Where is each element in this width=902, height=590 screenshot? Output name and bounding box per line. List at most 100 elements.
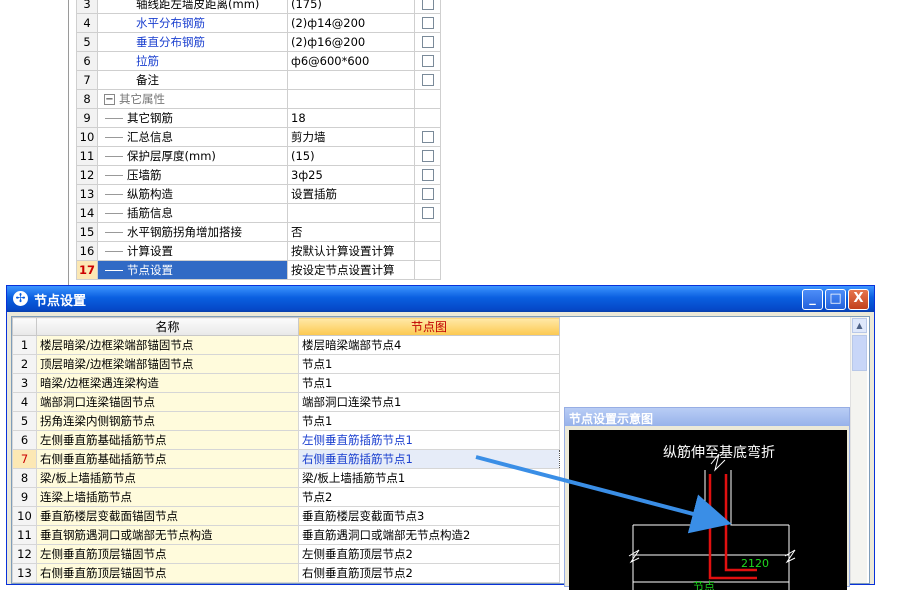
property-value[interactable]: (2)ф14@200 (287, 13, 415, 33)
property-value[interactable]: 剪力墙 (287, 127, 415, 147)
property-extra-cell (414, 184, 441, 204)
property-value[interactable]: 按默认计算设置计算 (287, 241, 415, 261)
node-row[interactable]: 7 右侧垂直筋基础插筋节点 右侧垂直筋插筋节点1 (12, 449, 560, 469)
property-value[interactable]: ф6@600*600 (287, 51, 415, 71)
property-name-cell[interactable]: 拉筋 (97, 51, 288, 71)
property-value[interactable]: 3ф25 (287, 165, 415, 185)
property-name-cell[interactable]: 其它钢筋 (97, 108, 288, 128)
property-extra-cell (414, 203, 441, 223)
minimize-button[interactable]: _ (802, 289, 823, 310)
node-diagram-select[interactable]: 端部洞口连梁节点1 (298, 392, 560, 412)
property-value[interactable]: (15) (287, 146, 415, 166)
node-row[interactable]: 3 暗梁/边框梁遇连梁构造 节点1 (12, 373, 560, 393)
collapse-toggle-icon[interactable]: − (104, 93, 115, 105)
node-row[interactable]: 11 垂直钢筋遇洞口或端部无节点构造 垂直筋遇洞口或端部无节点构造2 (12, 525, 560, 545)
property-name-cell[interactable]: 计算设置 (97, 241, 288, 261)
node-row[interactable]: 13 右侧垂直筋顶层锚固节点 右侧垂直筋顶层节点2 (12, 563, 560, 583)
property-name-cell[interactable]: 水平钢筋拐角增加搭接 (97, 222, 288, 242)
property-row[interactable]: 16 计算设置 按默认计算设置计算 (76, 241, 441, 261)
property-value[interactable]: 设置插筋 (287, 184, 415, 204)
header-name[interactable]: 名称 (36, 317, 299, 336)
property-row[interactable]: 17 节点设置 按设定节点设置计算 (76, 260, 441, 280)
property-row[interactable]: 11 保护层厚度(mm) (15) (76, 146, 441, 166)
tree-line-icon (105, 148, 123, 157)
property-row[interactable]: 8− 其它属性 (76, 89, 441, 109)
node-diagram-select[interactable]: 节点1 (298, 354, 560, 374)
property-name-cell[interactable]: 节点设置 (97, 260, 288, 280)
header-node[interactable]: 节点图 (298, 317, 560, 336)
node-row-index: 8 (12, 468, 37, 488)
node-diagram-select[interactable]: 右侧垂直筋插筋节点1 (298, 449, 560, 469)
node-diagram-select[interactable]: 垂直筋楼层变截面节点3 (298, 506, 560, 526)
node-diagram-select[interactable]: 节点1 (298, 411, 560, 431)
property-name-cell[interactable]: 汇总信息 (97, 127, 288, 147)
property-name-cell[interactable]: 压墙筋 (97, 165, 288, 185)
attach-checkbox[interactable] (421, 131, 434, 143)
property-value[interactable] (287, 203, 415, 223)
node-row-index: 2 (12, 354, 37, 374)
property-value[interactable]: 18 (287, 108, 415, 128)
attach-checkbox[interactable] (421, 17, 434, 29)
property-name: 水平分布钢筋 (136, 15, 205, 30)
preview-title: 节点设置示意图 (565, 408, 849, 426)
property-row[interactable]: 12 压墙筋 3ф25 (76, 165, 441, 185)
node-row[interactable]: 5 拐角连梁内侧钢筋节点 节点1 (12, 411, 560, 431)
property-row[interactable]: 3 轴线距左墙皮距离(mm) (175) (76, 0, 441, 14)
property-name-cell[interactable]: 轴线距左墙皮距离(mm) (97, 0, 288, 14)
property-value[interactable]: 否 (287, 222, 415, 242)
property-value[interactable]: (2)ф16@200 (287, 32, 415, 52)
property-value[interactable]: (175) (287, 0, 415, 14)
node-diagram-select[interactable]: 左侧垂直筋顶层节点2 (298, 544, 560, 564)
dialog-title-bar[interactable]: ✢ 节点设置 _ □ X (7, 286, 874, 312)
vertical-scrollbar[interactable]: ▲ (850, 317, 867, 583)
node-row[interactable]: 6 左侧垂直筋基础插筋节点 左侧垂直筋插筋节点1 (12, 430, 560, 450)
property-value[interactable]: 按设定节点设置计算 (287, 260, 415, 280)
property-row[interactable]: 4 水平分布钢筋 (2)ф14@200 (76, 13, 441, 33)
node-row[interactable]: 4 端部洞口连梁锚固节点 端部洞口连梁节点1 (12, 392, 560, 412)
property-row[interactable]: 6 拉筋 ф6@600*600 (76, 51, 441, 71)
node-row[interactable]: 12 左侧垂直筋顶层锚固节点 左侧垂直筋顶层节点2 (12, 544, 560, 564)
node-diagram-select[interactable]: 垂直筋遇洞口或端部无节点构造2 (298, 525, 560, 545)
property-name-cell[interactable]: − 其它属性 (97, 89, 288, 109)
node-row[interactable]: 9 连梁上墙插筋节点 节点2 (12, 487, 560, 507)
property-name-cell[interactable]: 保护层厚度(mm) (97, 146, 288, 166)
scroll-thumb[interactable] (852, 335, 867, 371)
property-name-cell[interactable]: 垂直分布钢筋 (97, 32, 288, 52)
node-row[interactable]: 1 楼层暗梁/边框梁端部锚固节点 楼层暗梁端部节点4 (12, 335, 560, 355)
attach-checkbox[interactable] (421, 169, 434, 181)
node-diagram-select[interactable]: 左侧垂直筋插筋节点1 (298, 430, 560, 450)
maximize-button[interactable]: □ (825, 289, 846, 310)
property-row[interactable]: 10 汇总信息 剪力墙 (76, 127, 441, 147)
node-diagram-select[interactable]: 节点2 (298, 487, 560, 507)
property-value[interactable] (287, 89, 415, 109)
property-row[interactable]: 15 水平钢筋拐角增加搭接 否 (76, 222, 441, 242)
attach-checkbox[interactable] (421, 55, 434, 67)
property-row[interactable]: 9 其它钢筋 18 (76, 108, 441, 128)
node-row[interactable]: 8 梁/板上墙插筋节点 梁/板上墙插筋节点1 (12, 468, 560, 488)
node-diagram-select[interactable]: 右侧垂直筋顶层节点2 (298, 563, 560, 583)
property-value[interactable] (287, 70, 415, 90)
attach-checkbox[interactable] (421, 36, 434, 48)
property-name-cell[interactable]: 插筋信息 (97, 203, 288, 223)
attach-checkbox[interactable] (421, 207, 434, 219)
attach-checkbox[interactable] (421, 0, 434, 10)
attach-checkbox[interactable] (421, 74, 434, 86)
node-diagram-select[interactable]: 节点1 (298, 373, 560, 393)
property-name: 计算设置 (127, 243, 173, 258)
property-row[interactable]: 7 备注 (76, 70, 441, 90)
property-name-cell[interactable]: 纵筋构造 (97, 184, 288, 204)
node-row[interactable]: 10 垂直筋楼层变截面锚固节点 垂直筋楼层变截面节点3 (12, 506, 560, 526)
scroll-up-arrow-icon[interactable]: ▲ (852, 318, 867, 333)
attach-checkbox[interactable] (421, 188, 434, 200)
node-row[interactable]: 2 顶层暗梁/边框梁端部锚固节点 节点1 (12, 354, 560, 374)
node-diagram-select[interactable]: 楼层暗梁端部节点4 (298, 335, 560, 355)
property-name-cell[interactable]: 备注 (97, 70, 288, 90)
property-row[interactable]: 13 纵筋构造 设置插筋 (76, 184, 441, 204)
close-button[interactable]: X (848, 289, 869, 310)
attach-checkbox[interactable] (421, 150, 434, 162)
property-name-cell[interactable]: 水平分布钢筋 (97, 13, 288, 33)
node-diagram-select[interactable]: 梁/板上墙插筋节点1 (298, 468, 560, 488)
property-row[interactable]: 14 插筋信息 (76, 203, 441, 223)
property-row[interactable]: 5 垂直分布钢筋 (2)ф16@200 (76, 32, 441, 52)
row-number: 10 (76, 127, 98, 147)
